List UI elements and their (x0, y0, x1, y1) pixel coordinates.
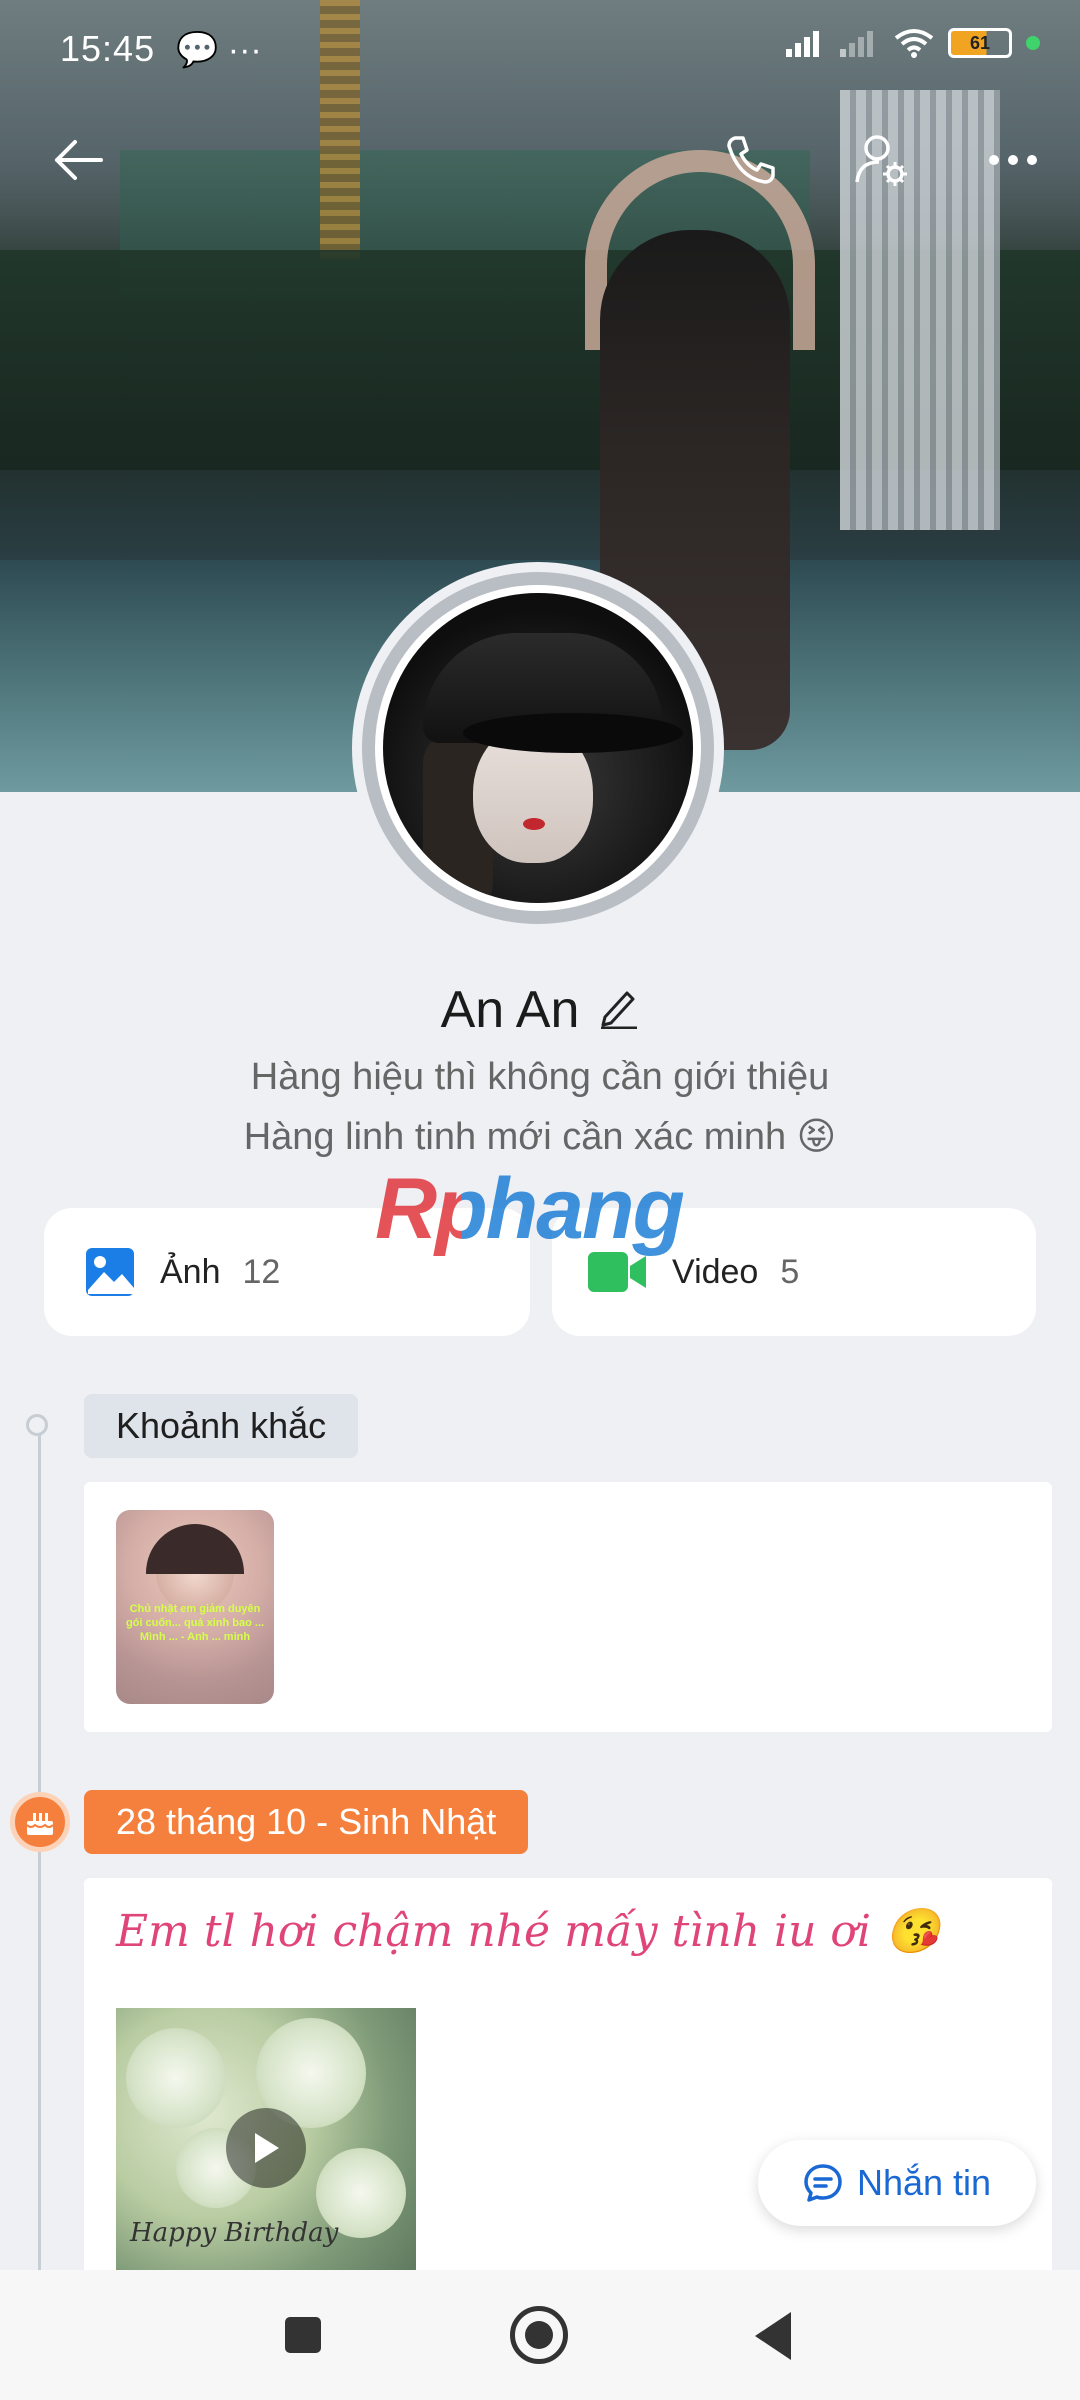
wifi-icon (894, 29, 934, 58)
bio-line-2: Hàng linh tinh mới cần xác minh 😝 (243, 1116, 837, 1158)
profile-settings-button[interactable] (838, 115, 928, 205)
navigation-bar (0, 2270, 1080, 2400)
bio-line-1: Hàng hiệu thì không cần giới thiệu (250, 1056, 830, 1098)
recent-apps-button[interactable] (285, 2317, 321, 2353)
home-button[interactable] (510, 2306, 568, 2364)
message-button[interactable]: Nhắn tin (758, 2140, 1036, 2226)
play-button[interactable] (226, 2108, 306, 2188)
avatar-container[interactable] (352, 562, 724, 934)
timeline-line (38, 1426, 41, 2400)
call-button[interactable] (706, 115, 796, 205)
top-bar (0, 115, 1080, 205)
name-row: An An (0, 980, 1080, 1040)
moment-caption: Chủ nhật em giảm duyên gói cuốn... quá x… (125, 1603, 265, 1643)
more-button[interactable] (968, 115, 1058, 205)
birthday-cake-icon (10, 1792, 70, 1852)
avatar-lips (523, 818, 545, 830)
notification-icons: 💬 ··· (176, 31, 262, 69)
moment-hair (146, 1524, 244, 1574)
watermark-logo: Rphang (375, 1161, 685, 1257)
photos-count: 12 (242, 1252, 281, 1291)
post-text: Em tl hơi chậm nhé mấy tình iu ơi 😘 (116, 1906, 940, 1957)
system-back-button[interactable] (755, 2312, 791, 2360)
phone-icon (727, 136, 775, 184)
avatar-hat-brim (463, 713, 683, 753)
video-caption: Happy Birthday (130, 2218, 339, 2248)
battery-icon: 61 (948, 28, 1012, 58)
avatar[interactable] (375, 585, 701, 911)
moment-thumbnail[interactable]: Chủ nhật em giảm duyên gói cuốn... quá x… (116, 1510, 274, 1704)
profile-name: An An (440, 981, 580, 1039)
pencil-icon (601, 991, 638, 1029)
back-button[interactable] (32, 115, 122, 205)
status-right-icons: 61 (786, 28, 1040, 58)
chat-bubble-icon (804, 2164, 842, 2202)
play-icon (255, 2133, 279, 2163)
home-dot (525, 2321, 553, 2349)
message-button-label: Nhắn tin (856, 2162, 992, 2203)
videos-label: Video (672, 1252, 759, 1291)
status-time: 15:45 (60, 28, 156, 69)
signal-2-icon (840, 31, 873, 57)
more-horizontal-icon (989, 155, 1037, 165)
status-bar: 15:45 💬 ··· 61 (0, 0, 1080, 100)
arrow-left-icon (55, 140, 103, 180)
photo-icon (86, 1248, 134, 1296)
birthday-tag: 28 tháng 10 - Sinh Nhật (84, 1790, 529, 1854)
video-thumbnail[interactable]: Happy Birthday (116, 2008, 416, 2270)
user-settings-icon (855, 135, 907, 186)
moments-tag: Khoảnh khắc (84, 1394, 359, 1458)
signal-icon (786, 31, 819, 57)
privacy-dot (1026, 36, 1040, 50)
edit-name-button[interactable] (599, 987, 639, 1034)
photos-label: Ảnh (160, 1252, 221, 1291)
flower-decoration (126, 2028, 226, 2128)
videos-count: 5 (780, 1252, 800, 1291)
avatar-ring (362, 572, 714, 924)
timeline-dot (26, 1414, 48, 1436)
